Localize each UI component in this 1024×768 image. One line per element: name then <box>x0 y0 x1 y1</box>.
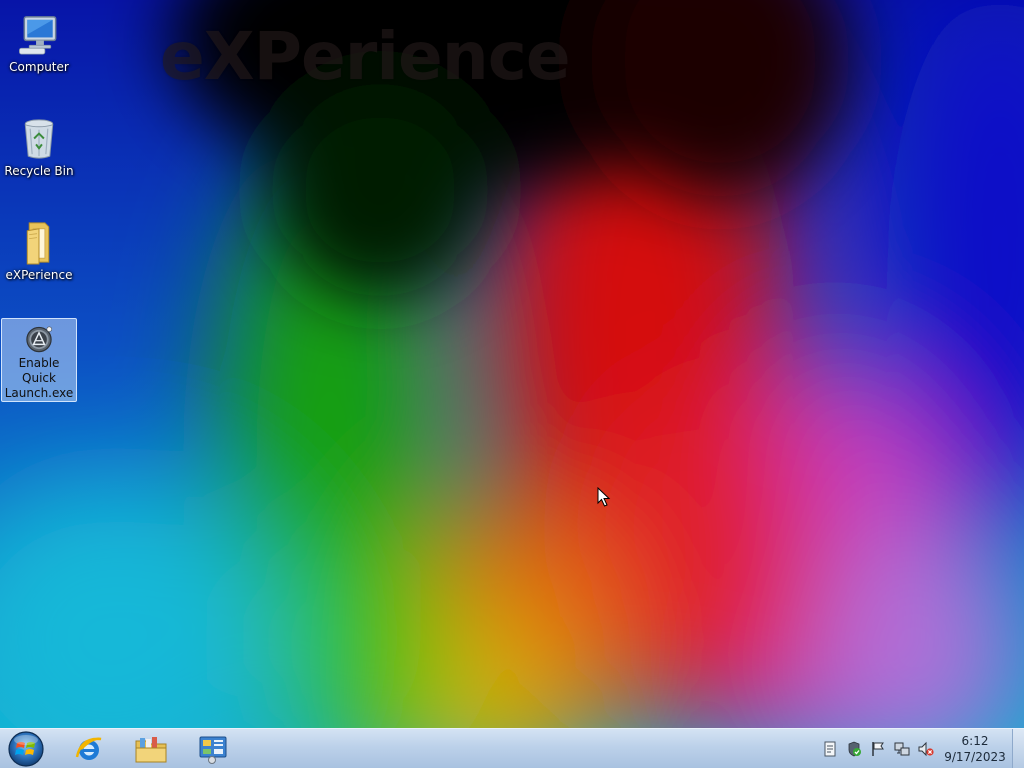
folder-library-icon <box>135 737 167 763</box>
desktop-icon-label: Computer <box>9 60 69 74</box>
desktop[interactable]: eXPerience Computer Recycle Bin eXPerien… <box>0 0 1024 768</box>
desktop-icon-computer[interactable]: Computer <box>1 4 77 76</box>
document-icon[interactable] <box>822 741 838 757</box>
taskbar-button-windows-explorer[interactable] <box>122 731 180 767</box>
taskbar-button-internet-explorer[interactable] <box>60 731 118 767</box>
show-desktop-button[interactable] <box>1012 729 1024 768</box>
windows-start-orb-icon[interactable] <box>6 730 46 768</box>
desktop-icon-label: eXPerience <box>5 268 73 282</box>
taskbar-button-control-panel[interactable] <box>184 731 242 767</box>
action-center-flag-icon[interactable] <box>870 741 886 757</box>
computer-icon <box>19 16 57 55</box>
volume-muted-icon[interactable] <box>918 741 934 757</box>
taskbar-clock[interactable]: 6:12 9/17/2023 <box>942 733 1008 765</box>
clock-time: 6:12 <box>961 734 989 748</box>
desktop-icon-experience-folder[interactable]: eXPerience <box>1 212 77 284</box>
desktop-icon-recycle-bin[interactable]: Recycle Bin <box>1 108 77 180</box>
folder-icon <box>26 222 50 265</box>
aimp-app-icon <box>26 326 52 353</box>
control-panel-icon <box>199 736 227 764</box>
security-shield-icon[interactable] <box>846 741 862 757</box>
clock-date: 9/17/2023 <box>944 750 1006 764</box>
network-icon[interactable] <box>894 741 910 757</box>
wallpaper-title: eXPerience <box>160 18 571 95</box>
desktop-icon-label: Recycle Bin <box>4 164 74 178</box>
desktop-icon-label: Enable Quick Launch.exe <box>4 356 74 400</box>
recycle-bin-icon <box>24 119 54 159</box>
taskbar: 6:12 9/17/2023 <box>0 728 1024 768</box>
desktop-icon-enable-quick-launch[interactable]: Enable Quick Launch.exe <box>1 318 77 402</box>
internet-explorer-icon <box>75 737 102 760</box>
mouse-cursor-icon <box>597 487 611 507</box>
wallpaper: eXPerience <box>0 0 1024 768</box>
